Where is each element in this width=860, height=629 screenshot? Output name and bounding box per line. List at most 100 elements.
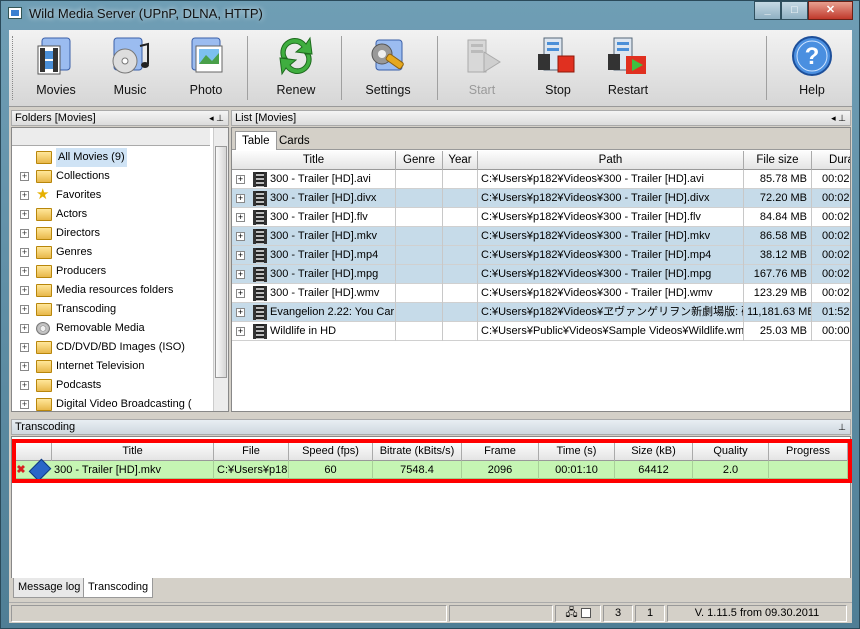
column-time[interactable]: Time (s): [539, 442, 615, 461]
expand-icon[interactable]: +: [236, 194, 245, 203]
expand-icon[interactable]: +: [236, 327, 245, 336]
folder-icon: [36, 170, 52, 183]
pin-icon[interactable]: ⊥: [838, 420, 846, 434]
music-button[interactable]: Music: [101, 34, 159, 104]
start-server-icon: [467, 39, 501, 73]
cell-duration: 00:00:: [812, 322, 850, 341]
tree-item-directors[interactable]: + Directors: [18, 224, 208, 243]
tab-message-log[interactable]: Message log: [13, 578, 86, 598]
column-bitrate[interactable]: Bitrate (kBits/s): [373, 442, 462, 461]
tab-table[interactable]: Table: [235, 131, 277, 150]
table-row[interactable]: 300 - Trailer [HD].flv + C:¥Users¥p182¥Vid…: [232, 208, 850, 227]
table-row[interactable]: Evangelion 2.22: You Car + C:¥Users¥p182¥V…: [232, 303, 850, 322]
tree-item-media-resources-folders[interactable]: + Media resources folders: [18, 281, 208, 300]
settings-button[interactable]: Settings: [355, 34, 421, 104]
tree-item-producers[interactable]: + Producers: [18, 262, 208, 281]
table-row[interactable]: 300 - Trailer [HD].mp4 + C:¥Users¥p182¥Vid…: [232, 246, 850, 265]
expand-icon[interactable]: +: [20, 229, 29, 238]
folder-globe-icon: [36, 360, 52, 373]
expand-icon[interactable]: +: [20, 305, 29, 314]
renew-button[interactable]: Renew: [267, 34, 325, 104]
transcoding-table: Title File Speed (fps) Bitrate (kBits/s)…: [12, 442, 852, 482]
checkbox-icon[interactable]: [580, 608, 591, 619]
column-progress[interactable]: Progress: [769, 442, 848, 461]
tab-transcoding[interactable]: Transcoding: [83, 578, 154, 598]
toolbar-grip[interactable]: [12, 36, 15, 100]
expand-icon[interactable]: +: [236, 308, 245, 317]
folder-icon: [36, 398, 52, 411]
table-row[interactable]: 300 - Trailer [HD].mpg + C:¥Users¥p182¥Vid…: [232, 265, 850, 284]
photo-button[interactable]: Photo: [177, 34, 235, 104]
cancel-transcode-icon[interactable]: ✖: [14, 461, 28, 479]
tree-item-all-movies[interactable]: All Movies (9): [18, 148, 208, 167]
expand-icon[interactable]: +: [20, 381, 29, 390]
photo-label: Photo: [189, 83, 223, 97]
tree-item-digital-video-broadcasting[interactable]: + Digital Video Broadcasting (: [18, 395, 208, 414]
info-icon[interactable]: [28, 458, 52, 482]
tree-item-cd-dvd-bd-images[interactable]: + CD/DVD/BD Images (ISO): [18, 338, 208, 357]
table-row[interactable]: Wildlife in HD + C:¥Users¥Public¥Videos¥Sa…: [232, 322, 850, 341]
expand-icon[interactable]: +: [20, 267, 29, 276]
column-title[interactable]: Title: [232, 151, 396, 170]
column-genre[interactable]: Genre: [396, 151, 443, 170]
folders-vertical-scrollbar[interactable]: [213, 128, 228, 411]
column-file[interactable]: File: [214, 442, 289, 461]
tree-item-actors[interactable]: + Actors: [18, 205, 208, 224]
expand-icon[interactable]: +: [236, 270, 245, 279]
cell-path: C:¥Users¥p182¥Videos¥300 - Trailer [HD].…: [478, 246, 744, 265]
tree-item-internet-television[interactable]: + Internet Television: [18, 357, 208, 376]
expand-icon[interactable]: +: [236, 289, 245, 298]
toolbar-separator: [247, 36, 248, 100]
expand-icon[interactable]: +: [236, 175, 245, 184]
help-button[interactable]: ? Help: [783, 34, 841, 104]
table-row[interactable]: 300 - Trailer [HD].avi + C:¥Users¥p182¥Vid…: [232, 170, 850, 189]
expand-icon[interactable]: +: [20, 172, 29, 181]
pin-icon[interactable]: ◂ ⊥: [831, 111, 846, 125]
table-row[interactable]: 300 - Trailer [HD].divx + C:¥Users¥p182¥Vi…: [232, 189, 850, 208]
expand-icon[interactable]: +: [236, 251, 245, 260]
stop-button[interactable]: Stop: [529, 34, 587, 104]
expand-icon[interactable]: +: [20, 343, 29, 352]
expand-icon[interactable]: +: [20, 286, 29, 295]
table-row[interactable]: 300 - Trailer [HD].wmv + C:¥Users¥p182¥Vid…: [232, 284, 850, 303]
column-speed[interactable]: Speed (fps): [289, 442, 373, 461]
expand-icon[interactable]: +: [236, 213, 245, 222]
table-row[interactable]: 300 - Trailer [HD].mkv + C:¥Users¥p182¥Vid…: [232, 227, 850, 246]
expand-icon[interactable]: +: [20, 210, 29, 219]
column-year[interactable]: Year: [443, 151, 478, 170]
settings-label: Settings: [365, 83, 411, 97]
folder-icon: [36, 303, 52, 316]
tree-item-collections[interactable]: + Collections: [18, 167, 208, 186]
column-size[interactable]: Size (kB): [615, 442, 693, 461]
tree-item-favorites[interactable]: + ★ Favorites: [18, 186, 208, 205]
tree-item-podcasts[interactable]: + Podcasts: [18, 376, 208, 395]
expand-icon[interactable]: +: [20, 248, 29, 257]
restart-button[interactable]: Restart: [599, 34, 657, 104]
expand-icon[interactable]: +: [20, 362, 29, 371]
tab-cards[interactable]: Cards: [272, 131, 317, 150]
column-title[interactable]: Title: [52, 442, 214, 461]
expand-icon[interactable]: +: [236, 232, 245, 241]
tree-item-transcoding[interactable]: + Transcoding: [18, 300, 208, 319]
maximize-button[interactable]: □: [781, 1, 808, 20]
column-quality[interactable]: Quality: [693, 442, 769, 461]
minimize-button[interactable]: _: [754, 1, 781, 20]
start-button[interactable]: Start: [453, 34, 511, 104]
list-panel-title: List [Movies]: [235, 112, 297, 124]
movies-button[interactable]: Movies: [27, 34, 85, 104]
column-duration[interactable]: Dura: [812, 151, 850, 170]
column-frame[interactable]: Frame: [462, 442, 539, 461]
close-button[interactable]: ✕: [808, 1, 853, 20]
transcoding-row[interactable]: ✖ 300 - Trailer [HD].mkv C:¥Users¥p18 60…: [12, 458, 852, 482]
column-file-size[interactable]: File size: [744, 151, 812, 170]
tree-item-genres[interactable]: + Genres: [18, 243, 208, 262]
folders-tree-panel: All Movies (9) + Collections + ★ Favorit…: [11, 127, 229, 412]
column-path[interactable]: Path: [478, 151, 744, 170]
tree-item-removable-media[interactable]: + Removable Media: [18, 319, 208, 338]
expand-icon[interactable]: +: [20, 324, 29, 333]
expand-icon[interactable]: +: [20, 191, 29, 200]
pin-icon[interactable]: ◂ ⊥: [209, 111, 224, 125]
cell-path: C:¥Users¥p182¥Videos¥ヱヴァンゲリヲン新劇場版: 破.m: [478, 303, 744, 322]
expand-icon[interactable]: +: [20, 400, 29, 409]
scrollbar-thumb[interactable]: [215, 146, 227, 378]
